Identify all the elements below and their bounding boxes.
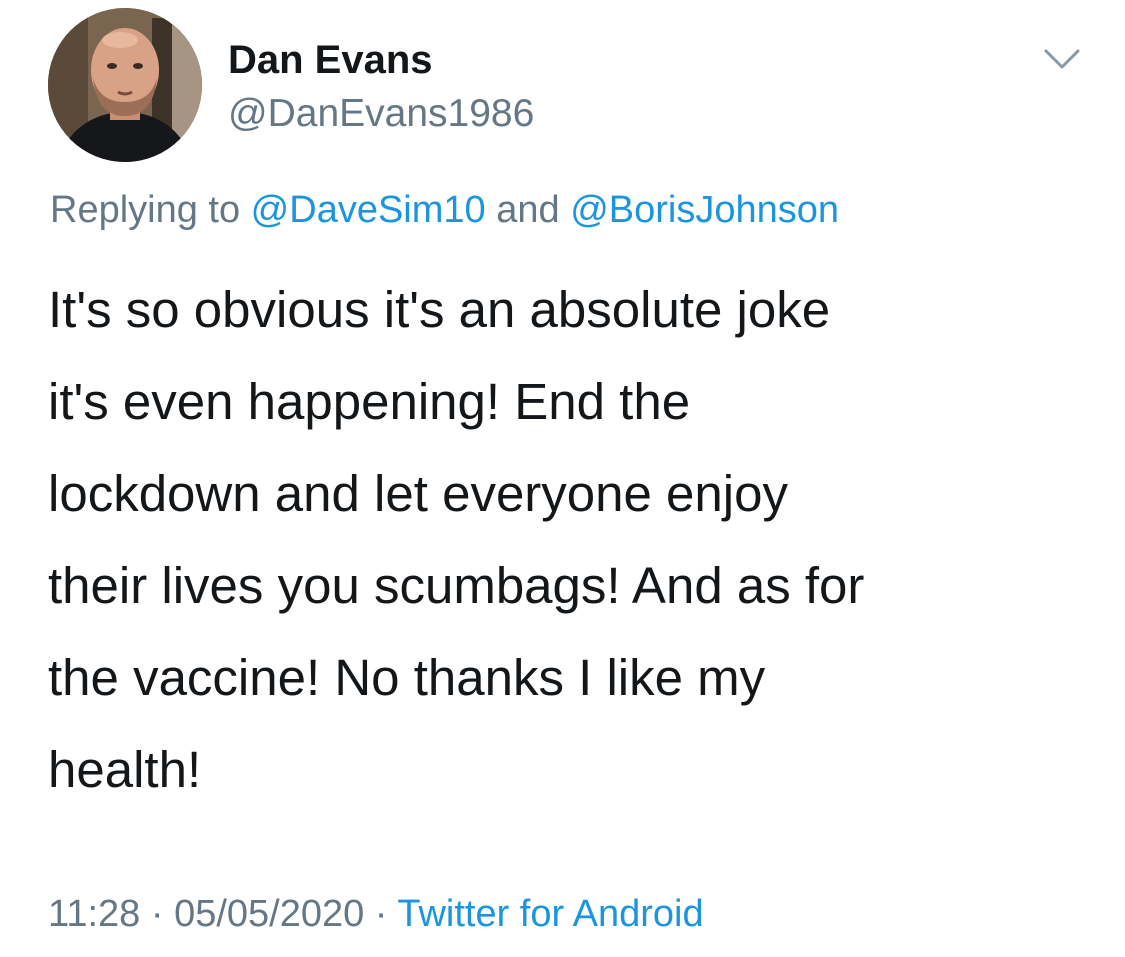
user-handle[interactable]: @DanEvans1986 — [228, 90, 534, 138]
tweet-menu-button[interactable] — [1040, 44, 1084, 74]
mention-link-davesim10[interactable]: @DaveSim10 — [251, 189, 486, 231]
meta-separator: · — [140, 893, 175, 935]
tweet-text: It's so obvious it's an absolute joke it… — [48, 281, 865, 798]
reply-joiner: and — [485, 189, 571, 231]
profile-photo — [48, 8, 202, 162]
tweet-card: Dan Evans @DanEvans1986 Replying to @Dav… — [0, 0, 1125, 957]
tweet-time[interactable]: 11:28 — [48, 893, 140, 935]
tweet-date[interactable]: 05/05/2020 — [174, 893, 364, 935]
chevron-down-icon — [1044, 49, 1080, 69]
tweet-meta: 11:28 · 05/05/2020 · Twitter for Android — [48, 890, 704, 938]
tweet-source-link[interactable]: Twitter for Android — [397, 893, 703, 935]
reply-prefix: Replying to — [50, 189, 251, 231]
mention-link-borisjohnson[interactable]: @BorisJohnson — [570, 189, 839, 231]
reply-context: Replying to @DaveSim10 and @BorisJohnson — [50, 186, 839, 234]
avatar[interactable] — [48, 8, 202, 162]
meta-separator: · — [364, 893, 398, 935]
display-name[interactable]: Dan Evans — [228, 36, 534, 84]
author-block[interactable]: Dan Evans @DanEvans1986 — [228, 36, 534, 138]
